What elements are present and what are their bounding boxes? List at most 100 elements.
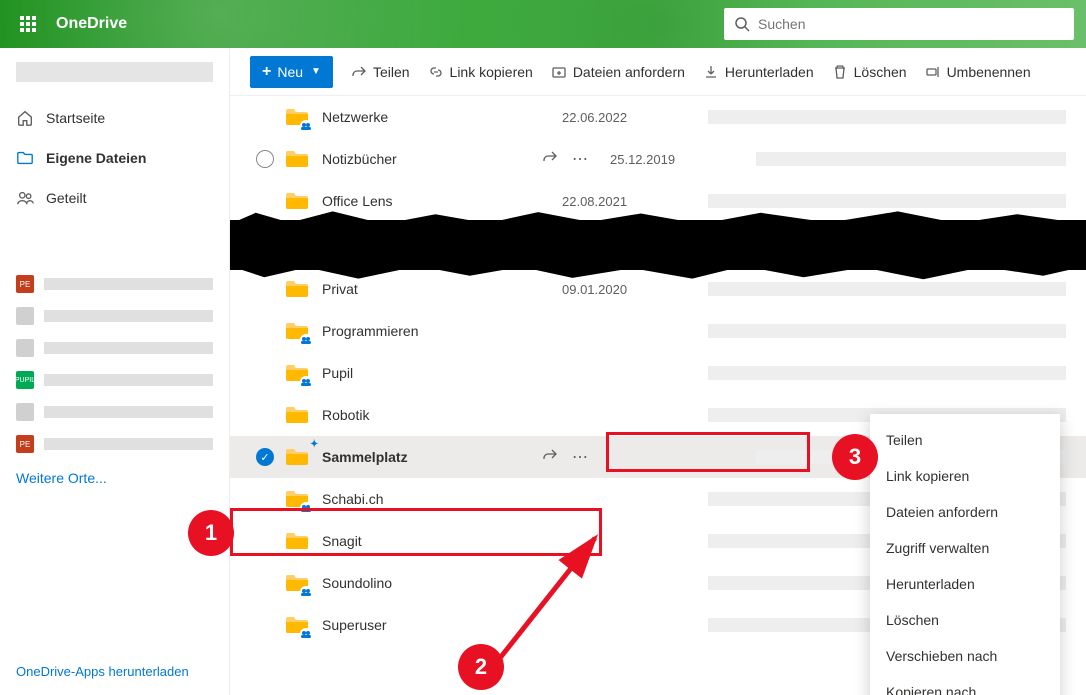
file-row[interactable]: Notizbücher ⋯ 25.12.2019 <box>230 138 1086 180</box>
file-name[interactable]: Office Lens <box>322 193 542 209</box>
context-menu: TeilenLink kopierenDateien anfordernZugr… <box>870 414 1060 695</box>
sidebar: Startseite Eigene Dateien Geteilt PE PUP… <box>0 48 230 695</box>
file-name[interactable]: Pupil <box>322 365 542 381</box>
folder-icon <box>284 104 310 130</box>
context-menu-item[interactable]: Löschen <box>870 602 1060 638</box>
file-name[interactable]: Soundolino <box>322 575 542 591</box>
sidebar-item-home[interactable]: Startseite <box>0 98 229 138</box>
row-more-button[interactable]: ⋯ <box>572 149 590 169</box>
file-name[interactable]: Programmieren <box>322 323 542 339</box>
file-row[interactable]: Office Lens 22.08.2021 <box>230 180 1086 222</box>
app-icon <box>16 339 34 357</box>
user-block <box>16 62 213 82</box>
folder-icon <box>284 402 310 428</box>
place-item[interactable]: PUPIL <box>0 364 229 396</box>
file-row[interactable]: Programmieren <box>230 310 1086 352</box>
download-button[interactable]: Herunterladen <box>703 64 814 80</box>
delete-icon <box>832 64 848 80</box>
file-name[interactable]: Netzwerke <box>322 109 542 125</box>
app-icon: PE <box>16 275 34 293</box>
folder-icon <box>284 612 310 638</box>
sidebar-item-shared[interactable]: Geteilt <box>0 178 229 218</box>
app-header: OneDrive <box>0 0 1086 48</box>
redacted-cell <box>708 110 1066 124</box>
request-files-button[interactable]: Dateien anfordern <box>551 64 685 80</box>
place-item[interactable]: PE <box>0 268 229 300</box>
share-button[interactable]: Teilen <box>351 64 410 80</box>
command-bar: + Neu ▼ Teilen Link kopieren Dateien anf… <box>230 48 1086 96</box>
redacted-cell <box>708 324 1066 338</box>
context-menu-item[interactable]: Link kopieren <box>870 458 1060 494</box>
more-places-link[interactable]: Weitere Orte... <box>0 460 229 496</box>
context-menu-item[interactable]: Dateien anfordern <box>870 494 1060 530</box>
row-share-button[interactable] <box>542 149 558 169</box>
rename-button[interactable]: Umbenennen <box>925 64 1031 80</box>
file-row[interactable]: Privat 09.01.2020 <box>230 268 1086 310</box>
row-selector[interactable]: ✓ <box>250 448 280 466</box>
link-icon <box>428 64 444 80</box>
file-row[interactable]: Pupil <box>230 352 1086 394</box>
torn-divider <box>230 220 1086 270</box>
redacted-cell <box>708 282 1066 296</box>
folder-icon <box>284 188 310 214</box>
request-icon <box>551 64 567 80</box>
sidebar-places: PE PUPIL PE <box>0 268 229 460</box>
people-icon <box>16 189 34 207</box>
search-icon <box>734 16 750 32</box>
download-apps-link[interactable]: OneDrive-Apps herunterladen <box>0 648 229 695</box>
row-actions: ⋯ <box>542 149 590 169</box>
copy-link-button[interactable]: Link kopieren <box>428 64 533 80</box>
home-icon <box>16 109 34 127</box>
brand-label: OneDrive <box>56 15 127 33</box>
file-date: 09.01.2020 <box>562 282 692 297</box>
rename-icon <box>925 64 941 80</box>
file-date: 25.12.2019 <box>610 152 740 167</box>
place-item[interactable] <box>0 396 229 428</box>
folder-icon <box>284 360 310 386</box>
search-input[interactable] <box>758 16 1064 32</box>
file-row[interactable]: Netzwerke 22.06.2022 <box>230 96 1086 138</box>
chevron-down-icon: ▼ <box>311 66 321 77</box>
sidebar-item-label: Eigene Dateien <box>46 150 146 166</box>
file-name[interactable]: ✦Sammelplatz <box>322 449 542 465</box>
delete-button[interactable]: Löschen <box>832 64 907 80</box>
folder-icon <box>284 276 310 302</box>
redacted-cell <box>756 152 1066 166</box>
file-list: Netzwerke 22.06.2022 Notizbücher ⋯ 25.12.201… <box>230 96 1086 695</box>
new-button[interactable]: + Neu ▼ <box>250 56 333 88</box>
file-date: 22.06.2022 <box>562 110 692 125</box>
place-item[interactable] <box>0 300 229 332</box>
file-name[interactable]: Superuser <box>322 617 542 633</box>
context-menu-item[interactable]: Kopieren nach <box>870 674 1060 695</box>
context-menu-item[interactable]: Zugriff verwalten <box>870 530 1060 566</box>
file-name[interactable]: Robotik <box>322 407 542 423</box>
file-name[interactable]: Notizbücher <box>322 151 542 167</box>
context-menu-item[interactable]: Herunterladen <box>870 566 1060 602</box>
folder-icon <box>284 486 310 512</box>
app-icon: PUPIL <box>16 371 34 389</box>
place-item[interactable]: PE <box>0 428 229 460</box>
app-launcher-button[interactable] <box>12 8 44 40</box>
select-circle-icon <box>256 150 274 168</box>
search-box[interactable] <box>724 8 1074 40</box>
app-icon <box>16 403 34 421</box>
download-icon <box>703 64 719 80</box>
row-actions: ⋯ <box>542 447 590 467</box>
row-more-button[interactable]: ⋯ <box>572 447 590 467</box>
file-name[interactable]: Privat <box>322 281 542 297</box>
row-selector[interactable] <box>250 150 280 168</box>
row-share-button[interactable] <box>542 447 558 467</box>
file-name[interactable]: Snagit <box>322 533 542 549</box>
file-date: 22.08.2021 <box>562 194 692 209</box>
folder-icon <box>284 528 310 554</box>
folder-icon <box>284 318 310 344</box>
context-menu-item[interactable]: Teilen <box>870 422 1060 458</box>
place-item[interactable] <box>0 332 229 364</box>
app-icon <box>16 307 34 325</box>
app-icon: PE <box>16 435 34 453</box>
sidebar-item-my-files[interactable]: Eigene Dateien <box>0 138 229 178</box>
main-content: + Neu ▼ Teilen Link kopieren Dateien anf… <box>230 48 1086 695</box>
share-icon <box>351 64 367 80</box>
context-menu-item[interactable]: Verschieben nach <box>870 638 1060 674</box>
file-name[interactable]: Schabi.ch <box>322 491 542 507</box>
